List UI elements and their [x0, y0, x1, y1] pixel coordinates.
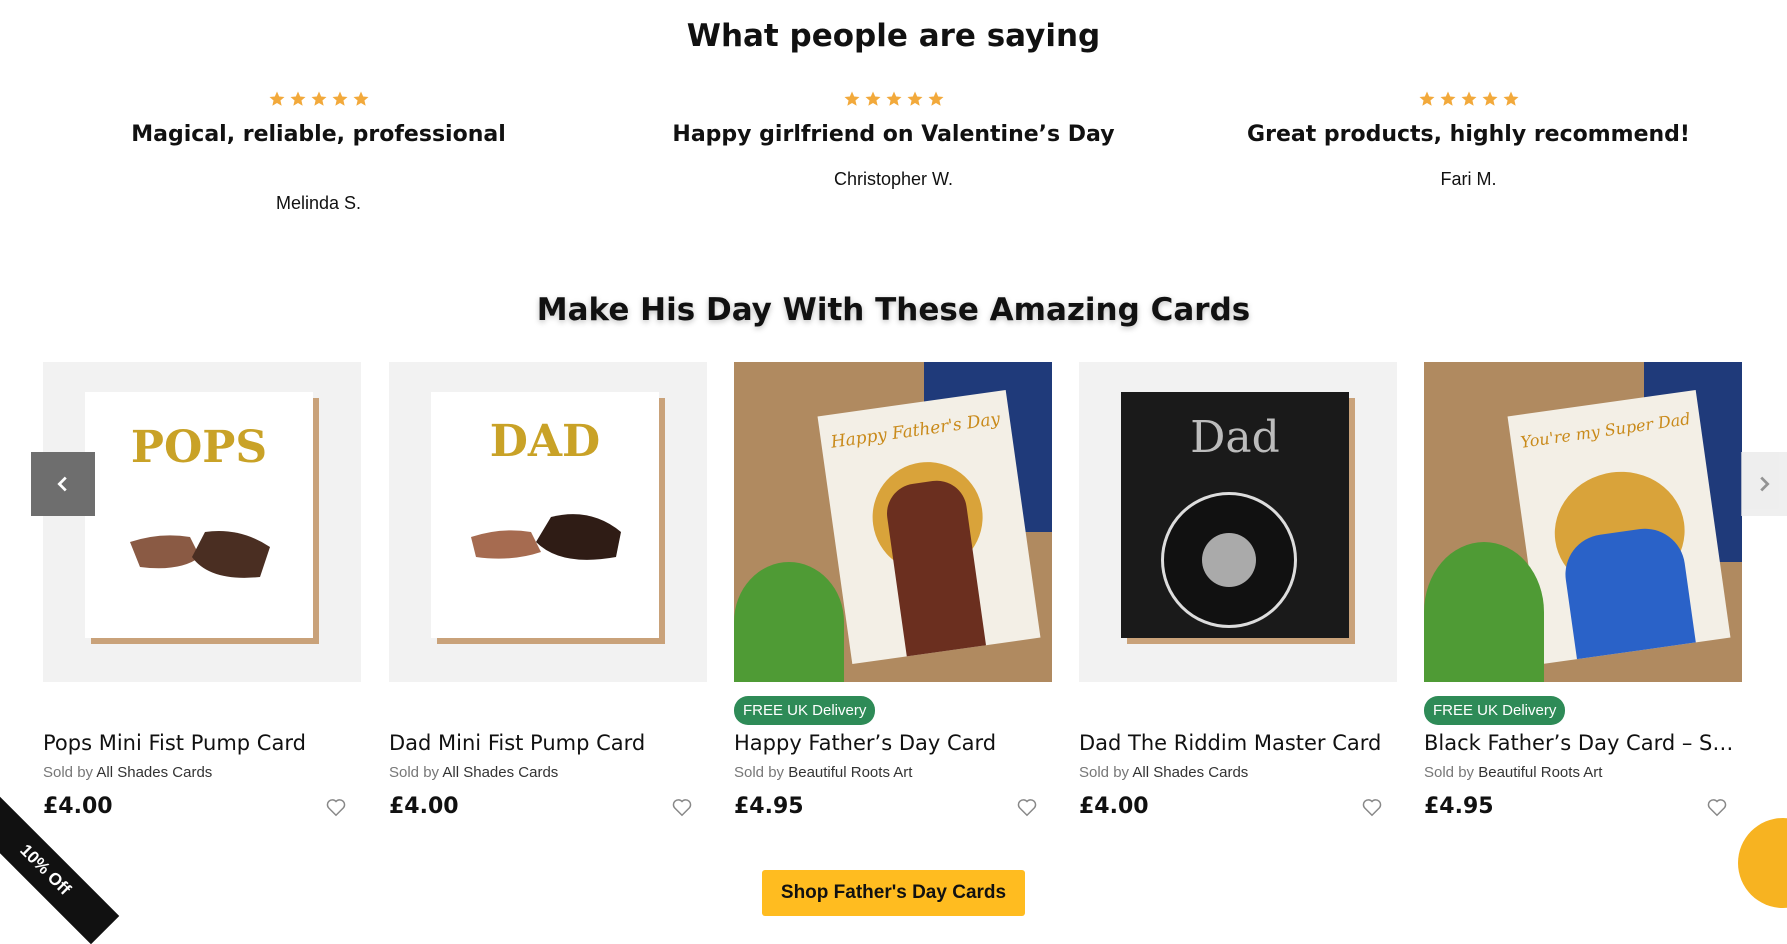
product-name[interactable]: Dad The Riddim Master Card [1079, 731, 1397, 755]
product-card[interactable]: You're my Super Dad FREE UK Delivery Bla… [1424, 362, 1742, 819]
free-delivery-badge: FREE UK Delivery [1424, 696, 1566, 725]
product-name[interactable]: Happy Father’s Day Card [734, 731, 1052, 755]
product-seller: Sold by Beautiful Roots Art [734, 764, 912, 781]
star-icon [907, 91, 922, 106]
product-seller: Sold by All Shades Cards [389, 764, 558, 781]
star-icon [928, 91, 943, 106]
review-title: Happy girlfriend on Valentine’s Day [672, 122, 1115, 147]
carousel-prev-button[interactable] [31, 452, 95, 516]
card-artwork-text: Dad [1190, 412, 1280, 463]
heart-outline-icon[interactable] [1016, 796, 1038, 818]
card-artwork-text: DAD [489, 416, 601, 467]
product-name[interactable]: Pops Mini Fist Pump Card [43, 731, 361, 755]
rating-stars [1181, 90, 1756, 110]
seller-name[interactable]: Beautiful Roots Art [788, 764, 912, 781]
star-icon [1440, 91, 1455, 106]
sold-by-label: Sold by [43, 764, 94, 781]
review-card: Great products, highly recommend! Fari M… [1181, 90, 1756, 190]
product-price: £4.95 [1424, 794, 1494, 819]
product-seller: Sold by All Shades Cards [1079, 764, 1248, 781]
product-image[interactable]: POPS [43, 362, 361, 682]
product-card[interactable]: POPS Pops Mini Fist Pump Card Sold by Al… [43, 362, 361, 819]
sold-by-label: Sold by [1079, 764, 1130, 781]
vinyl-record-illustration [1161, 492, 1297, 628]
product-price: £4.00 [1079, 794, 1149, 819]
product-price: £4.95 [734, 794, 804, 819]
rating-stars [606, 90, 1181, 110]
card-artwork: Happy Father's Day [817, 389, 1041, 665]
review-author: Christopher W. [833, 169, 954, 189]
star-icon [311, 91, 326, 106]
review-card: Magical, reliable, professional Melinda … [31, 90, 606, 214]
heart-outline-icon[interactable] [325, 796, 347, 818]
review-card: Happy girlfriend on Valentine’s Day Chri… [606, 90, 1181, 190]
star-icon [1461, 91, 1476, 106]
product-name[interactable]: Dad Mini Fist Pump Card [389, 731, 707, 755]
product-image[interactable]: You're my Super Dad [1424, 362, 1742, 682]
chevron-left-icon [57, 476, 67, 492]
star-icon [332, 91, 347, 106]
star-icon [1482, 91, 1497, 106]
review-author: Fari M. [1440, 169, 1497, 189]
seller-name[interactable]: Beautiful Roots Art [1478, 764, 1602, 781]
product-card[interactable]: Happy Father's Day FREE UK Delivery Happ… [734, 362, 1052, 819]
star-icon [1419, 91, 1434, 106]
star-icon [886, 91, 901, 106]
star-icon [1503, 91, 1518, 106]
seller-name[interactable]: All Shades Cards [96, 764, 212, 781]
review-title: Magical, reliable, professional [131, 122, 506, 147]
rating-stars [31, 90, 606, 110]
chevron-right-icon [1760, 476, 1770, 492]
star-icon [865, 91, 880, 106]
plant-decoration [734, 562, 844, 682]
star-icon [269, 91, 284, 106]
free-delivery-badge: FREE UK Delivery [734, 696, 876, 725]
products-heading: Make His Day With These Amazing Cards [536, 292, 1251, 328]
product-image[interactable]: Happy Father's Day [734, 362, 1052, 682]
figure-illustration [1560, 523, 1696, 660]
product-card[interactable]: DAD Dad Mini Fist Pump Card Sold by All … [389, 362, 707, 819]
product-seller: Sold by Beautiful Roots Art [1424, 764, 1602, 781]
product-card[interactable]: Dad Dad The Riddim Master Card Sold by A… [1079, 362, 1397, 819]
record-label [1202, 533, 1256, 587]
sold-by-label: Sold by [734, 764, 785, 781]
star-icon [290, 91, 305, 106]
reviews-heading: What people are saying [686, 18, 1101, 54]
star-icon [353, 91, 368, 106]
product-carousel: POPS Pops Mini Fist Pump Card Sold by Al… [0, 362, 1787, 832]
card-artwork-text: You're my Super Dad [1519, 409, 1692, 452]
card-artwork: Dad [1121, 392, 1349, 638]
heart-outline-icon[interactable] [671, 796, 693, 818]
product-image[interactable]: DAD [389, 362, 707, 682]
product-price: £4.00 [43, 794, 113, 819]
product-price: £4.00 [389, 794, 459, 819]
star-icon [844, 91, 859, 106]
fist-bump-icon [130, 531, 270, 578]
sold-by-label: Sold by [1424, 764, 1475, 781]
heart-outline-icon[interactable] [1361, 796, 1383, 818]
card-artwork-text: POPS [130, 422, 268, 473]
fist-bump-icon [471, 514, 621, 560]
plant-decoration [1424, 542, 1544, 682]
card-artwork-text: Happy Father's Day [829, 409, 1002, 453]
carousel-next-button[interactable] [1741, 452, 1787, 516]
heart-outline-icon[interactable] [1706, 796, 1728, 818]
product-image[interactable]: Dad [1079, 362, 1397, 682]
sold-by-label: Sold by [389, 764, 440, 781]
review-title: Great products, highly recommend! [1247, 122, 1690, 147]
review-author: Melinda S. [275, 193, 362, 213]
card-artwork: DAD [431, 392, 659, 638]
shop-fathers-day-button[interactable]: Shop Father's Day Cards [762, 870, 1025, 916]
card-artwork: POPS [85, 392, 313, 638]
seller-name[interactable]: All Shades Cards [1132, 764, 1248, 781]
seller-name[interactable]: All Shades Cards [442, 764, 558, 781]
product-name[interactable]: Black Father’s Day Card – Sup... [1424, 731, 1742, 755]
product-seller: Sold by All Shades Cards [43, 764, 212, 781]
